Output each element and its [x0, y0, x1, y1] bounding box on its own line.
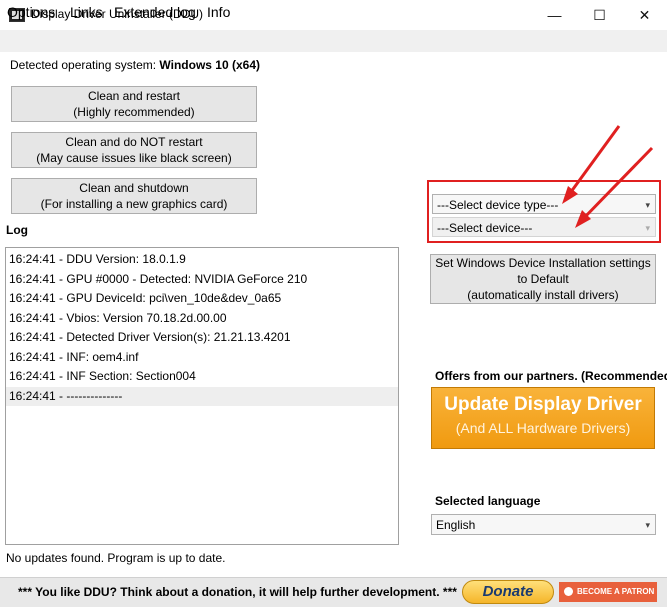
button-line: Clean and do NOT restart	[65, 135, 203, 149]
log-entry: 16:24:41 - DDU Version: 18.0.1.9	[9, 252, 186, 266]
log-entry: 16:24:41 - GPU DeviceId: pci\ven_10de&de…	[9, 291, 282, 305]
close-icon[interactable]: ✕	[622, 0, 667, 30]
log-entry: 16:24:41 - GPU #0000 - Detected: NVIDIA …	[9, 271, 308, 286]
update-driver-banner[interactable]: Update Display Driver (And ALL Hardware …	[431, 387, 655, 449]
menu-options[interactable]: Options	[7, 4, 55, 20]
button-line: Clean and shutdown	[79, 181, 189, 195]
detected-os: Detected operating system: Windows 10 (x…	[10, 58, 260, 72]
device-select[interactable]: ---Select device--- ▾	[432, 217, 656, 237]
patreon-icon	[564, 587, 573, 596]
become-patron-button[interactable]: BECOME A PATRON	[559, 582, 657, 602]
minimize-icon[interactable]: —	[532, 0, 577, 30]
button-line: (May cause issues like black screen)	[36, 151, 232, 165]
banner-subtitle: (And ALL Hardware Drivers)	[455, 420, 631, 436]
device-type-select[interactable]: ---Select device type--- ▾	[432, 194, 656, 214]
chevron-down-icon: ▾	[645, 223, 650, 233]
device-value: ---Select device---	[437, 221, 533, 235]
button-line: (For installing a new graphics card)	[40, 197, 228, 211]
log-entry-selected: 16:24:41 - --------------	[6, 386, 398, 406]
os-value: Windows 10 (x64)	[159, 58, 261, 72]
log-entry: 16:24:41 - INF Section: Section004	[9, 369, 196, 383]
clean-and-restart-button[interactable]: Clean and restart (Highly recommended)	[11, 86, 257, 122]
chevron-down-icon: ▾	[645, 200, 650, 210]
os-label: Detected operating system:	[10, 58, 157, 72]
device-type-value: ---Select device type---	[437, 198, 559, 212]
partners-label: Offers from our partners. (Recommended)	[435, 369, 667, 383]
button-line: to Default	[517, 272, 569, 286]
log-label: Log	[6, 223, 28, 237]
log-entry: 16:24:41 - Vbios: Version 70.18.2d.00.00	[9, 310, 227, 325]
log-entry: 16:24:41 - INF: oem4.inf	[9, 349, 139, 364]
button-line: (Highly recommended)	[73, 105, 195, 119]
menu-bar	[0, 30, 667, 52]
patron-label: BECOME A PATRON	[577, 587, 655, 596]
button-line: Clean and restart	[87, 89, 181, 103]
menu-info[interactable]: Info	[207, 4, 230, 20]
chevron-down-icon: ▾	[645, 520, 650, 530]
menu-extended-log[interactable]: Extended log	[114, 4, 196, 20]
language-value: English	[436, 518, 476, 532]
language-select[interactable]: English ▾	[431, 514, 656, 535]
maximize-icon[interactable]: ☐	[577, 0, 622, 30]
donation-message: *** You like DDU? Think about a donation…	[18, 585, 457, 599]
update-status: No updates found. Program is up to date.	[6, 551, 226, 565]
clean-and-shutdown-button[interactable]: Clean and shutdown (For installing a new…	[11, 178, 257, 214]
banner-title: Update Display Driver	[444, 394, 642, 415]
language-label: Selected language	[435, 494, 541, 508]
button-line: (automatically install drivers)	[467, 288, 619, 302]
log-entry: 16:24:41 - Detected Driver Version(s): 2…	[9, 330, 291, 344]
button-line: Set Windows Device Installation settings	[435, 256, 651, 270]
menu-links[interactable]: Links	[70, 4, 103, 20]
clean-no-restart-button[interactable]: Clean and do NOT restart (May cause issu…	[11, 132, 257, 168]
set-default-install-settings-button[interactable]: Set Windows Device Installation settings…	[430, 254, 656, 304]
donate-button[interactable]: Donate	[462, 580, 554, 604]
log-list[interactable]: 16:24:41 - DDU Version: 18.0.1.9 16:24:4…	[5, 247, 399, 545]
